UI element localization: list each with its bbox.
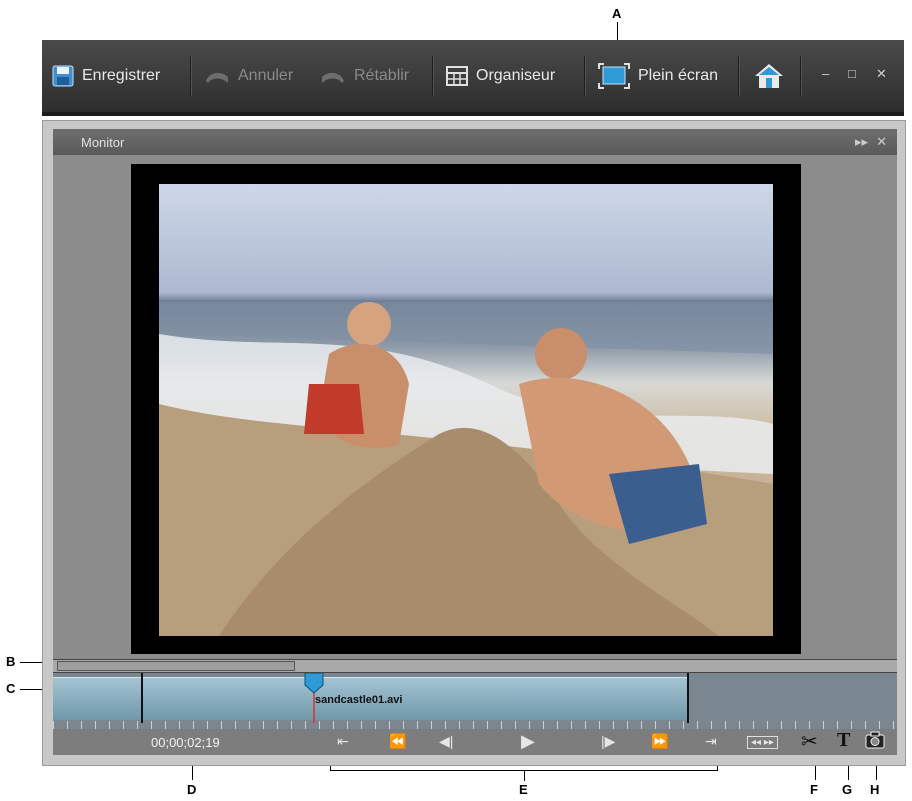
step-forward-icon[interactable]: |▶ bbox=[601, 733, 615, 750]
toolbar-separator bbox=[432, 56, 434, 96]
camera-icon bbox=[865, 731, 885, 749]
panel-controls: ▸▸ ✕ bbox=[855, 134, 887, 150]
go-to-out-point-icon[interactable]: ⇥ bbox=[705, 733, 717, 750]
scrollbar-thumb[interactable] bbox=[57, 661, 295, 671]
organizer-button[interactable]: Organiseur bbox=[446, 40, 555, 112]
maximize-icon[interactable]: □ bbox=[848, 66, 856, 81]
close-icon[interactable]: ✕ bbox=[876, 66, 887, 82]
save-label: Enregistrer bbox=[82, 67, 161, 84]
mini-timeline[interactable]: sandcastle01.avi bbox=[53, 673, 897, 729]
panel-close-icon[interactable]: ✕ bbox=[876, 134, 887, 150]
undo-icon bbox=[206, 72, 228, 83]
fullscreen-button[interactable]: Plein écran bbox=[598, 40, 718, 112]
save-icon bbox=[52, 65, 74, 87]
panel-header: Monitor ▸▸ ✕ bbox=[53, 129, 897, 155]
grid-icon bbox=[446, 66, 468, 86]
go-to-in-point-icon[interactable]: ⇤ bbox=[337, 733, 349, 750]
out-point-marker[interactable] bbox=[687, 673, 689, 723]
clip-name: sandcastle01.avi bbox=[315, 694, 403, 706]
home-icon bbox=[755, 64, 783, 88]
toolbar-separator bbox=[738, 56, 740, 96]
callout-g: G bbox=[842, 782, 853, 797]
redo-label: Rétablir bbox=[354, 67, 410, 84]
fast-forward-icon[interactable]: ⏩ bbox=[651, 733, 668, 750]
monitor-body: Monitor ▸▸ ✕ sandcastle01.avi 00;00;02;1… bbox=[53, 129, 897, 755]
panel-title: Monitor bbox=[81, 135, 125, 150]
freeze-frame-camera-icon[interactable] bbox=[865, 731, 885, 752]
step-back-icon[interactable]: ◀| bbox=[439, 733, 453, 750]
timecode-display[interactable]: 00;00;02;19 bbox=[151, 735, 220, 750]
organizer-label: Organiseur bbox=[476, 67, 556, 84]
undo-label: Annuler bbox=[238, 67, 294, 84]
timeline-scrollbar[interactable] bbox=[53, 659, 897, 673]
toolbar-separator bbox=[800, 56, 802, 96]
in-point-marker[interactable] bbox=[141, 673, 143, 723]
redo-icon bbox=[322, 72, 344, 83]
callout-a: A bbox=[612, 6, 622, 21]
save-button[interactable]: Enregistrer bbox=[52, 40, 160, 112]
callout-f: F bbox=[810, 782, 818, 797]
callout-c: C bbox=[6, 681, 16, 696]
panel-menu-icon[interactable]: ▸▸ bbox=[855, 134, 868, 150]
callout-b: B bbox=[6, 654, 16, 669]
monitor-panel: Monitor ▸▸ ✕ sandcastle01.avi 00;00;02;1… bbox=[42, 120, 906, 766]
video-frame-image bbox=[159, 302, 773, 636]
toolbar-separator bbox=[190, 56, 192, 96]
shuttle-icon[interactable]: ◂◂ ▸▸ bbox=[747, 736, 778, 749]
playback-controls: 00;00;02;19 ⇤ ⏪ ◀| ▶ |▶ ⏩ ⇥ ◂◂ ▸▸ ✂ T bbox=[53, 729, 897, 755]
callout-h: H bbox=[870, 782, 880, 797]
undo-button[interactable]: Annuler bbox=[204, 40, 293, 112]
video-frame bbox=[131, 164, 801, 654]
callout-e-stem bbox=[524, 770, 525, 781]
home-button[interactable] bbox=[754, 40, 784, 112]
main-toolbar: Enregistrer Annuler Rétablir Organiseur … bbox=[42, 40, 904, 116]
playhead-icon[interactable] bbox=[303, 673, 325, 723]
add-text-icon[interactable]: T bbox=[837, 729, 850, 752]
timeline-ruler bbox=[53, 721, 897, 729]
play-icon[interactable]: ▶ bbox=[521, 731, 535, 752]
clip-bar[interactable]: sandcastle01.avi bbox=[53, 677, 689, 720]
fullscreen-label: Plein écran bbox=[638, 67, 719, 84]
redo-button[interactable]: Rétablir bbox=[320, 40, 409, 112]
rewind-icon[interactable]: ⏪ bbox=[389, 733, 406, 750]
video-preview[interactable] bbox=[159, 184, 773, 636]
minimize-icon[interactable]: – bbox=[822, 66, 829, 81]
split-clip-scissors-icon[interactable]: ✂ bbox=[801, 729, 818, 754]
callout-d: D bbox=[187, 782, 197, 797]
toolbar-separator bbox=[584, 56, 586, 96]
fullscreen-icon bbox=[598, 63, 630, 89]
callout-e: E bbox=[519, 782, 528, 797]
